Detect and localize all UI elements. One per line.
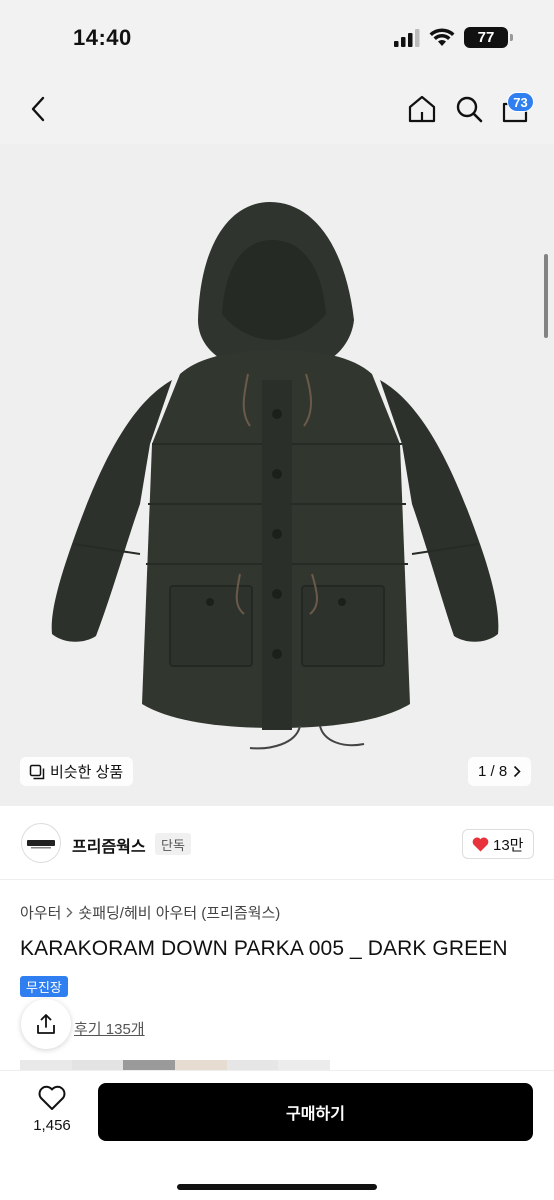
brand-like-count: 13만: [493, 836, 524, 854]
similar-products-icon: [29, 764, 45, 779]
bottom-action-bar: 1,456 구매하기: [0, 1070, 554, 1200]
buy-button[interactable]: 구매하기: [98, 1083, 533, 1141]
brand-row: 프리즘웍스 단독 13만: [0, 806, 554, 880]
brand-name[interactable]: 프리즘웍스: [72, 833, 146, 857]
brand-like-button[interactable]: 13만: [462, 829, 534, 859]
similar-products-button[interactable]: 비슷한 상품: [20, 757, 134, 786]
status-icons: 77: [394, 27, 513, 48]
status-time: 14:40: [73, 25, 132, 50]
wishlist-button[interactable]: 1,456: [22, 1085, 82, 1145]
heart-outline-icon: [38, 1085, 66, 1110]
back-arrow-icon[interactable]: [24, 94, 54, 124]
scroll-indicator: [544, 254, 548, 338]
thumbnail[interactable]: [226, 1060, 279, 1070]
signal-icon: [394, 28, 420, 47]
review-count-link[interactable]: 후기 135개: [74, 1018, 145, 1039]
thumbnail-strip: [20, 1060, 331, 1070]
breadcrumb: 아우터 숏패딩/헤비 아우터 (프리즘웍스): [20, 902, 280, 923]
wishlist-count: 1,456: [33, 1117, 71, 1134]
share-button[interactable]: [21, 999, 71, 1049]
breadcrumb-item-category[interactable]: 숏패딩/헤비 아우터 (프리즘웍스): [78, 902, 280, 923]
product-photo-jacket: [51, 202, 499, 750]
thumbnail[interactable]: [175, 1060, 227, 1070]
shipping-badge: 무진장: [20, 976, 68, 997]
product-image-gallery[interactable]: [0, 144, 554, 806]
home-indicator: [177, 1184, 377, 1190]
cart-count-badge: 73: [507, 92, 534, 112]
thumbnail[interactable]: [71, 1060, 124, 1070]
thumbnail[interactable]: [20, 1060, 72, 1070]
image-pager-button[interactable]: 1 / 8: [468, 757, 532, 786]
home-icon[interactable]: [407, 94, 437, 124]
thumbnail[interactable]: [123, 1060, 176, 1070]
brand-logo-mark: [27, 840, 55, 849]
wifi-icon: [429, 28, 455, 46]
exclusive-tag: 단독: [155, 833, 191, 855]
battery-indicator: 77: [464, 27, 513, 48]
thumbnail[interactable]: [278, 1060, 331, 1070]
brand-logo[interactable]: [21, 823, 61, 863]
breadcrumb-item-outer[interactable]: 아우터: [20, 902, 61, 923]
similar-products-label: 비슷한 상품: [50, 764, 124, 781]
image-pager-text: 1 / 8: [478, 763, 508, 780]
chevron-right-icon: [514, 765, 521, 778]
chevron-right-icon: [66, 907, 73, 918]
status-bar: 14:40 77: [0, 0, 554, 78]
search-icon[interactable]: [454, 94, 484, 124]
product-title: KARAKORAM DOWN PARKA 005 _ DARK GREEN: [20, 937, 508, 960]
share-icon: [37, 1014, 55, 1034]
top-navigation: 73: [0, 78, 554, 144]
heart-filled-icon: [472, 837, 489, 851]
